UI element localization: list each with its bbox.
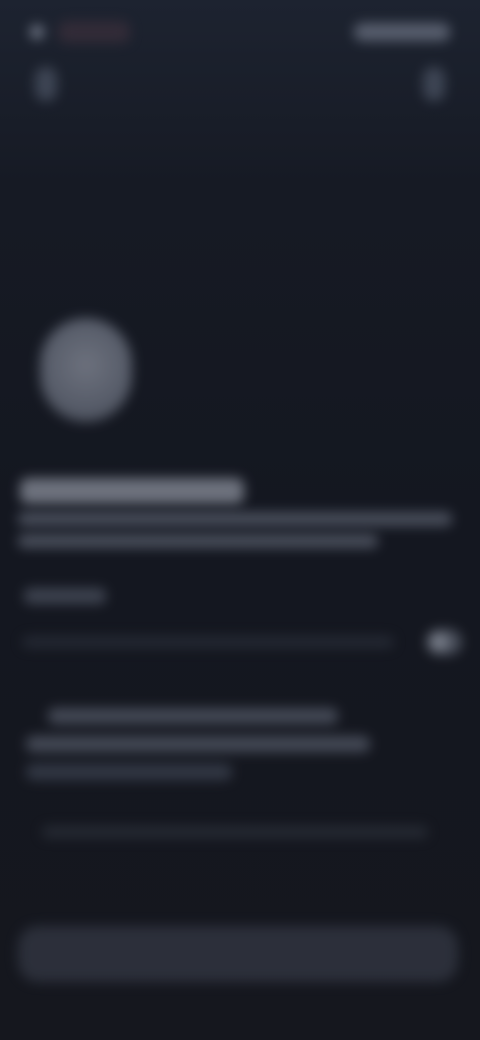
status-indicators	[354, 23, 450, 41]
app-screen	[0, 0, 480, 1040]
setting-text	[22, 636, 394, 648]
display-name	[20, 478, 244, 504]
status-bar	[30, 14, 450, 50]
toggle-knob	[430, 633, 448, 651]
bio-line	[18, 534, 378, 548]
footer-note	[42, 826, 428, 838]
status-time	[58, 21, 130, 43]
info-link[interactable]	[26, 764, 232, 780]
status-left	[30, 21, 130, 43]
more-icon	[423, 67, 445, 101]
primary-button[interactable]	[18, 926, 458, 982]
notification-dot-icon	[30, 25, 44, 39]
section-label	[24, 588, 106, 604]
avatar[interactable]	[40, 318, 132, 422]
setting-row[interactable]	[22, 622, 462, 662]
top-nav	[28, 62, 452, 106]
info-line	[26, 736, 370, 752]
more-options-button[interactable]	[416, 62, 452, 106]
bio-line	[18, 512, 452, 526]
info-line	[48, 708, 338, 724]
back-button[interactable]	[28, 62, 64, 106]
toggle-switch[interactable]	[426, 629, 462, 655]
back-icon	[35, 67, 57, 101]
